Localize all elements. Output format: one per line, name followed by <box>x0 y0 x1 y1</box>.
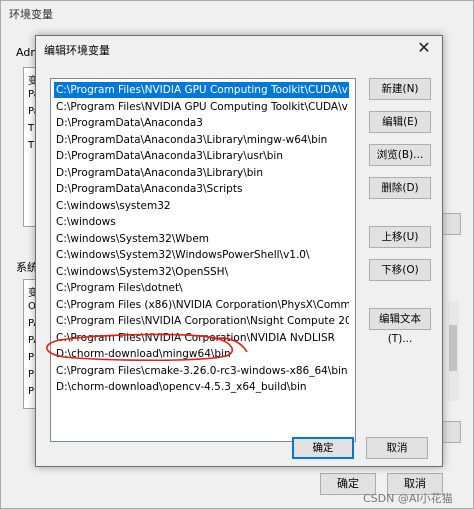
path-list-item[interactable]: D:\ProgramData\Anaconda3\Library\mingw-w… <box>54 132 349 148</box>
watermark: CSDN @AI小花猫 <box>363 492 453 505</box>
ok-button[interactable]: 确定 <box>292 437 354 459</box>
dialog-title: 编辑环境变量 <box>44 44 110 57</box>
move-down-button[interactable]: 下移(O) <box>369 259 431 281</box>
path-list-item[interactable]: C:\Program Files\dotnet\ <box>54 280 349 296</box>
path-list-item[interactable]: D:\ProgramData\Anaconda3 <box>54 115 349 131</box>
move-up-button[interactable]: 上移(U) <box>369 226 431 248</box>
path-list-item[interactable]: C:\Program Files\NVIDIA GPU Computing To… <box>54 99 349 115</box>
browse-button[interactable]: 浏览(B)... <box>369 144 431 166</box>
path-list-item[interactable]: C:\Program Files\cmake-3.26.0-rc3-window… <box>54 363 349 379</box>
path-list-item[interactable]: C:\windows\system32 <box>54 198 349 214</box>
path-list-item[interactable]: C:\Program Files\NVIDIA GPU Computing To… <box>54 82 349 98</box>
path-list-item[interactable]: C:\Program Files (x86)\NVIDIA Corporatio… <box>54 297 349 313</box>
parent-window-title: 环境变量 <box>9 8 53 21</box>
path-list-item[interactable]: D:\ProgramData\Anaconda3\Library\bin <box>54 165 349 181</box>
path-list-item[interactable]: D:\ProgramData\Anaconda3\Scripts <box>54 181 349 197</box>
parent-system-delete-button[interactable] <box>441 421 461 443</box>
edit-text-button[interactable]: 编辑文本(T)... <box>369 308 431 345</box>
path-list-item[interactable]: C:\windows\System32\Wbem <box>54 231 349 247</box>
parent-user-delete-button[interactable] <box>441 213 461 235</box>
path-list-item[interactable]: C:\Program Files\NVIDIA Corporation\NVID… <box>54 330 349 346</box>
new-button[interactable]: 新建(N) <box>369 78 431 100</box>
path-list-item[interactable]: C:\Program Files\NVIDIA Corporation\Nsig… <box>54 313 349 329</box>
delete-button[interactable]: 删除(D) <box>369 177 431 199</box>
edit-button[interactable]: 编辑(E) <box>369 111 431 133</box>
scrollbar-thumb[interactable] <box>449 325 457 371</box>
path-list-item[interactable]: C:\windows\System32\OpenSSH\ <box>54 264 349 280</box>
path-list-item[interactable]: D:\ProgramData\Anaconda3\Library\usr\bin <box>54 148 349 164</box>
path-list-item[interactable]: C:\windows <box>54 214 349 230</box>
path-list[interactable]: C:\Program Files\NVIDIA GPU Computing To… <box>50 78 356 442</box>
path-list-item[interactable]: D:\chorm-download\opencv-4.5.3_x64_build… <box>54 379 349 395</box>
close-icon[interactable]: ✕ <box>412 38 436 60</box>
path-list-item[interactable]: C:\windows\System32\WindowsPowerShell\v1… <box>54 247 349 263</box>
edit-environment-variable-dialog: 编辑环境变量 ✕ C:\Program Files\NVIDIA GPU Com… <box>35 35 443 467</box>
system-list-scrollbar[interactable] <box>447 301 459 401</box>
cancel-button[interactable]: 取消 <box>366 437 428 459</box>
path-list-item-mingw64[interactable]: D:\chorm-download\mingw64\bin <box>54 346 349 362</box>
